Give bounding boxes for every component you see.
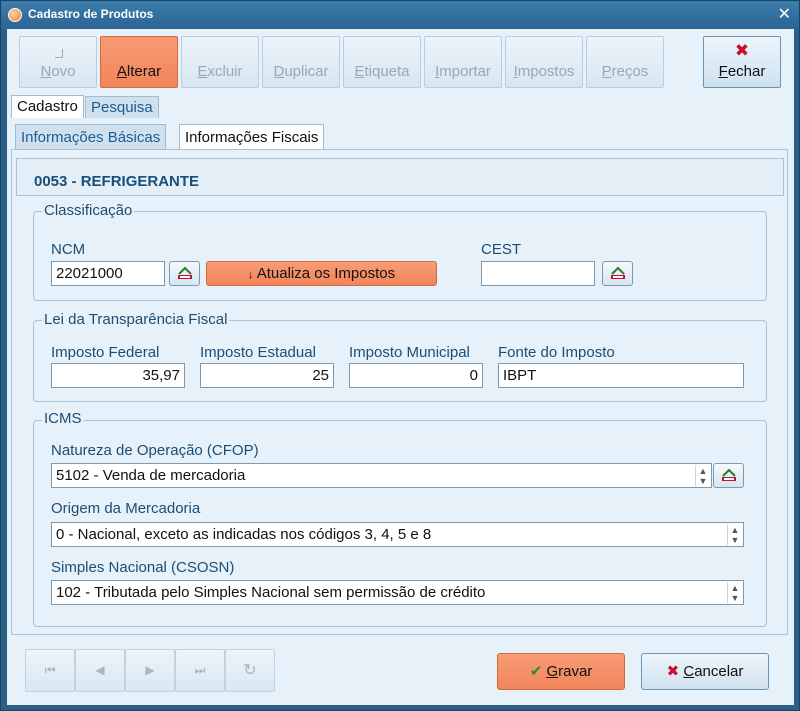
imposto-municipal-input[interactable]: 0 <box>349 363 483 388</box>
window: Cadastro de Produtos ✕ Novo Alterar Excl… <box>0 0 800 711</box>
precos-button[interactable]: Preços <box>586 36 664 88</box>
first-record-button[interactable]: ⏮ <box>25 649 75 692</box>
tab-informacoes-fiscais[interactable]: Informações Fiscais <box>179 124 325 149</box>
csosn-select[interactable]: 102 - Tributada pelo Simples Nacional se… <box>51 580 744 605</box>
tab-cadastro[interactable]: Cadastro <box>11 95 84 118</box>
ncm-label: NCM <box>51 241 86 258</box>
prior-record-button[interactable]: ◀ <box>75 649 125 692</box>
ncm-lookup-button[interactable] <box>169 261 200 286</box>
imposto-estadual-input[interactable]: 25 <box>200 363 334 388</box>
origem-select[interactable]: 0 - Nacional, exceto as indicadas nos có… <box>51 522 744 547</box>
last-icon: ⏭ <box>194 663 206 677</box>
updown-arrows-icon: ▲ ▼ <box>695 465 710 486</box>
next-icon: ▶ <box>145 663 155 677</box>
next-record-button[interactable]: ▶ <box>125 649 175 692</box>
ncm-input[interactable]: 22021000 <box>51 261 165 286</box>
atualiza-impostos-button[interactable]: ↓ Atualiza os Impostos <box>206 261 437 286</box>
origem-label: Origem da Mercadoria <box>51 500 201 517</box>
close-icon: ✖ <box>734 41 750 60</box>
lookup-icon <box>722 468 736 481</box>
refresh-button[interactable]: ↻ <box>225 649 275 692</box>
cancelar-button[interactable]: ✖ Cancelar <box>641 653 769 690</box>
download-arrow-icon: ↓ <box>247 269 254 281</box>
fonte-imposto-label: Fonte do Imposto <box>498 344 615 361</box>
lei-transparencia-legend: Lei da Transparência Fiscal <box>42 311 230 328</box>
product-header: 0053 - REFRIGERANTE <box>16 158 784 196</box>
impostos-button[interactable]: Impostos <box>505 36 583 88</box>
updown-arrows-icon: ▲ ▼ <box>727 524 742 545</box>
check-icon: ✔ <box>529 663 543 680</box>
etiqueta-button[interactable]: Etiqueta <box>343 36 421 88</box>
lei-transparencia-group <box>33 320 767 402</box>
fechar-button[interactable]: ✖ Fechar <box>703 36 781 88</box>
imposto-municipal-label: Imposto Municipal <box>349 344 470 361</box>
tab-pesquisa[interactable]: Pesquisa <box>85 96 159 118</box>
prior-icon: ◀ <box>95 663 105 677</box>
cest-input[interactable] <box>481 261 595 286</box>
icms-legend: ICMS <box>42 410 84 427</box>
lookup-icon <box>178 266 192 279</box>
lookup-icon <box>611 266 625 279</box>
imposto-estadual-label: Imposto Estadual <box>200 344 316 361</box>
cfop-lookup-button[interactable] <box>713 463 744 488</box>
close-icon[interactable]: ✕ <box>778 4 791 24</box>
new-document-icon <box>55 49 63 58</box>
updown-arrows-icon: ▲ ▼ <box>727 582 742 603</box>
cest-label: CEST <box>481 241 522 258</box>
gravar-button[interactable]: ✔ Gravar <box>497 653 625 690</box>
alterar-button[interactable]: Alterar <box>100 36 178 88</box>
classificacao-group <box>33 211 767 301</box>
refresh-icon: ↻ <box>243 662 257 679</box>
tab-informacoes-basicas[interactable]: Informações Básicas <box>15 124 167 149</box>
last-record-button[interactable]: ⏭ <box>175 649 225 692</box>
csosn-label: Simples Nacional (CSOSN) <box>51 559 235 576</box>
imposto-federal-label: Imposto Federal <box>51 344 160 361</box>
cfop-label: Natureza de Operação (CFOP) <box>51 442 259 459</box>
novo-button[interactable]: Novo <box>19 36 97 88</box>
excluir-button[interactable]: Excluir <box>181 36 259 88</box>
cest-lookup-button[interactable] <box>602 261 633 286</box>
imposto-federal-input[interactable]: 35,97 <box>51 363 185 388</box>
fonte-imposto-input[interactable]: IBPT <box>498 363 744 388</box>
cancel-icon: ✖ <box>666 663 680 680</box>
product-title: 0053 - REFRIGERANTE <box>34 173 200 190</box>
importar-button[interactable]: Importar <box>424 36 502 88</box>
client-area: Novo Alterar Excluir Duplicar Etiqueta I… <box>7 29 794 705</box>
title-bar: Cadastro de Produtos ✕ <box>1 1 799 29</box>
app-icon <box>8 8 22 22</box>
first-icon: ⏮ <box>44 663 56 677</box>
cfop-select[interactable]: 5102 - Venda de mercadoria ▲ ▼ <box>51 463 712 488</box>
classificacao-legend: Classificação <box>42 202 135 219</box>
duplicar-button[interactable]: Duplicar <box>262 36 340 88</box>
window-title: Cadastro de Produtos <box>28 7 154 21</box>
